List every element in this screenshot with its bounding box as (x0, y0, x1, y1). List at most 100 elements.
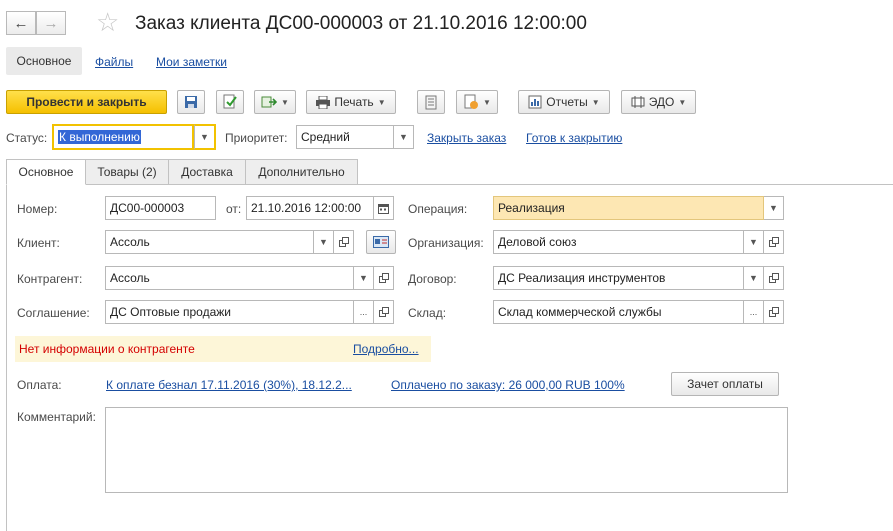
client-dropdown-button[interactable]: ▼ (314, 230, 334, 254)
contract-open-button[interactable] (764, 266, 784, 290)
tab-additional[interactable]: Дополнительно (245, 159, 358, 185)
open-icon (378, 307, 389, 317)
warehouse-select-button[interactable]: ... (744, 300, 764, 324)
chevron-down-icon: ▼ (678, 97, 687, 107)
counterparty-label: Контрагент: (17, 272, 83, 286)
client-label: Клиент: (17, 236, 60, 250)
chevron-down-icon: ▼ (591, 97, 600, 107)
client-field[interactable]: Ассоль (105, 230, 314, 254)
forward-arrow-icon: → (43, 14, 59, 32)
calendar-icon (378, 203, 389, 214)
counterparty-dropdown-button[interactable]: ▼ (354, 266, 374, 290)
chevron-down-icon: ▼ (281, 97, 289, 107)
report-icon (528, 95, 542, 109)
floppy-disk-icon (185, 96, 197, 108)
organization-dropdown-button[interactable]: ▼ (744, 230, 764, 254)
operation-label: Операция: (408, 202, 468, 216)
tab-goods[interactable]: Товары (2) (85, 159, 169, 185)
post-button[interactable] (216, 90, 244, 114)
ellipsis-icon: ... (749, 307, 758, 317)
agreement-select-button[interactable]: ... (354, 300, 374, 324)
save-button[interactable] (177, 90, 205, 114)
chevron-down-icon: ▼ (200, 132, 209, 142)
agreement-label: Соглашение: (17, 306, 90, 320)
open-icon (768, 273, 779, 283)
back-arrow-icon: ← (13, 14, 29, 32)
status-value: К выполнению (58, 130, 141, 144)
forward-button[interactable]: → (36, 11, 66, 35)
number-field[interactable]: ДС00-000003 (105, 196, 216, 220)
tab-main[interactable]: Основное (6, 159, 86, 185)
organization-label: Организация: (408, 236, 484, 250)
panel-border (6, 184, 7, 531)
chevron-down-icon: ▼ (399, 132, 408, 142)
organization-field[interactable]: Деловой союз (493, 230, 744, 254)
open-icon (768, 237, 779, 247)
agreement-field[interactable]: ДС Оптовые продажи (105, 300, 354, 324)
post-document-icon (223, 94, 237, 109)
printer-icon (316, 95, 331, 109)
comment-label: Комментарий: (17, 410, 96, 424)
contact-card-icon (373, 236, 389, 248)
operation-dropdown-button[interactable]: ▼ (764, 196, 784, 220)
open-icon (768, 307, 779, 317)
warning-text: Нет информации о контрагенте (19, 342, 195, 356)
date-from-label: от: (226, 202, 242, 216)
create-based-on-button[interactable]: ▼ (254, 90, 296, 114)
warehouse-field[interactable]: Склад коммерческой службы (493, 300, 744, 324)
print-button[interactable]: Печать ▼ (306, 90, 396, 114)
nav-notes[interactable]: Мои заметки (156, 55, 227, 69)
attachments-button[interactable]: ▼ (456, 90, 498, 114)
attachment-doc-icon (464, 94, 479, 109)
client-open-button[interactable] (334, 230, 354, 254)
payment-offset-button[interactable]: Зачет оплаты (671, 372, 779, 396)
reports-label: Отчеты (546, 95, 588, 109)
status-dropdown-button[interactable]: ▼ (194, 124, 216, 150)
favorite-star-icon[interactable]: ☆ (96, 9, 119, 35)
structure-button[interactable] (417, 90, 445, 114)
date-field[interactable]: 21.10.2016 12:00:00 (246, 196, 374, 220)
operation-select[interactable]: Реализация (493, 196, 764, 220)
nav-files[interactable]: Файлы (95, 55, 133, 69)
edo-icon (631, 96, 645, 108)
open-icon (378, 273, 389, 283)
tab-divider (6, 184, 893, 185)
warehouse-label: Склад: (408, 306, 447, 320)
tab-delivery[interactable]: Доставка (168, 159, 246, 185)
counterparty-open-button[interactable] (374, 266, 394, 290)
chevron-down-icon: ▼ (483, 97, 491, 107)
chevron-down-icon: ▼ (769, 203, 778, 213)
post-and-close-button[interactable]: Провести и закрыть (6, 90, 167, 114)
ready-to-close-link[interactable]: Готов к закрытию (526, 131, 622, 145)
payment-schedule-link[interactable]: К оплате безнал 17.11.2016 (30%), 18.12.… (106, 378, 352, 392)
print-label: Печать (334, 95, 374, 109)
counterparty-field[interactable]: Ассоль (105, 266, 354, 290)
edo-label: ЭДО (648, 95, 675, 109)
number-label: Номер: (17, 202, 58, 216)
contract-dropdown-button[interactable]: ▼ (744, 266, 764, 290)
agreement-open-button[interactable] (374, 300, 394, 324)
details-link[interactable]: Подробно... (353, 342, 419, 356)
nav-main[interactable]: Основное (6, 47, 82, 75)
page-title: Заказ клиента ДС00-000003 от 21.10.2016 … (135, 13, 587, 34)
ellipsis-icon: ... (359, 307, 368, 317)
priority-dropdown-button[interactable]: ▼ (394, 125, 414, 149)
comment-textarea[interactable] (105, 407, 788, 493)
client-card-button[interactable] (366, 230, 396, 254)
calendar-button[interactable] (374, 196, 394, 220)
organization-open-button[interactable] (764, 230, 784, 254)
paid-link[interactable]: Оплачено по заказу: 26 000,00 RUB 100% (391, 378, 625, 392)
status-select[interactable]: К выполнению (52, 124, 194, 150)
chevron-down-icon: ▼ (377, 97, 386, 107)
close-order-link[interactable]: Закрыть заказ (427, 131, 506, 145)
warehouse-open-button[interactable] (764, 300, 784, 324)
payment-label: Оплата: (17, 378, 62, 392)
reports-button[interactable]: Отчеты ▼ (518, 90, 610, 114)
priority-label: Приоритет: (225, 131, 288, 145)
open-icon (338, 237, 349, 247)
priority-select[interactable]: Средний (296, 125, 394, 149)
contract-field[interactable]: ДС Реализация инструментов (493, 266, 744, 290)
contract-label: Договор: (408, 272, 457, 286)
back-button[interactable]: ← (6, 11, 36, 35)
edo-button[interactable]: ЭДО ▼ (621, 90, 696, 114)
